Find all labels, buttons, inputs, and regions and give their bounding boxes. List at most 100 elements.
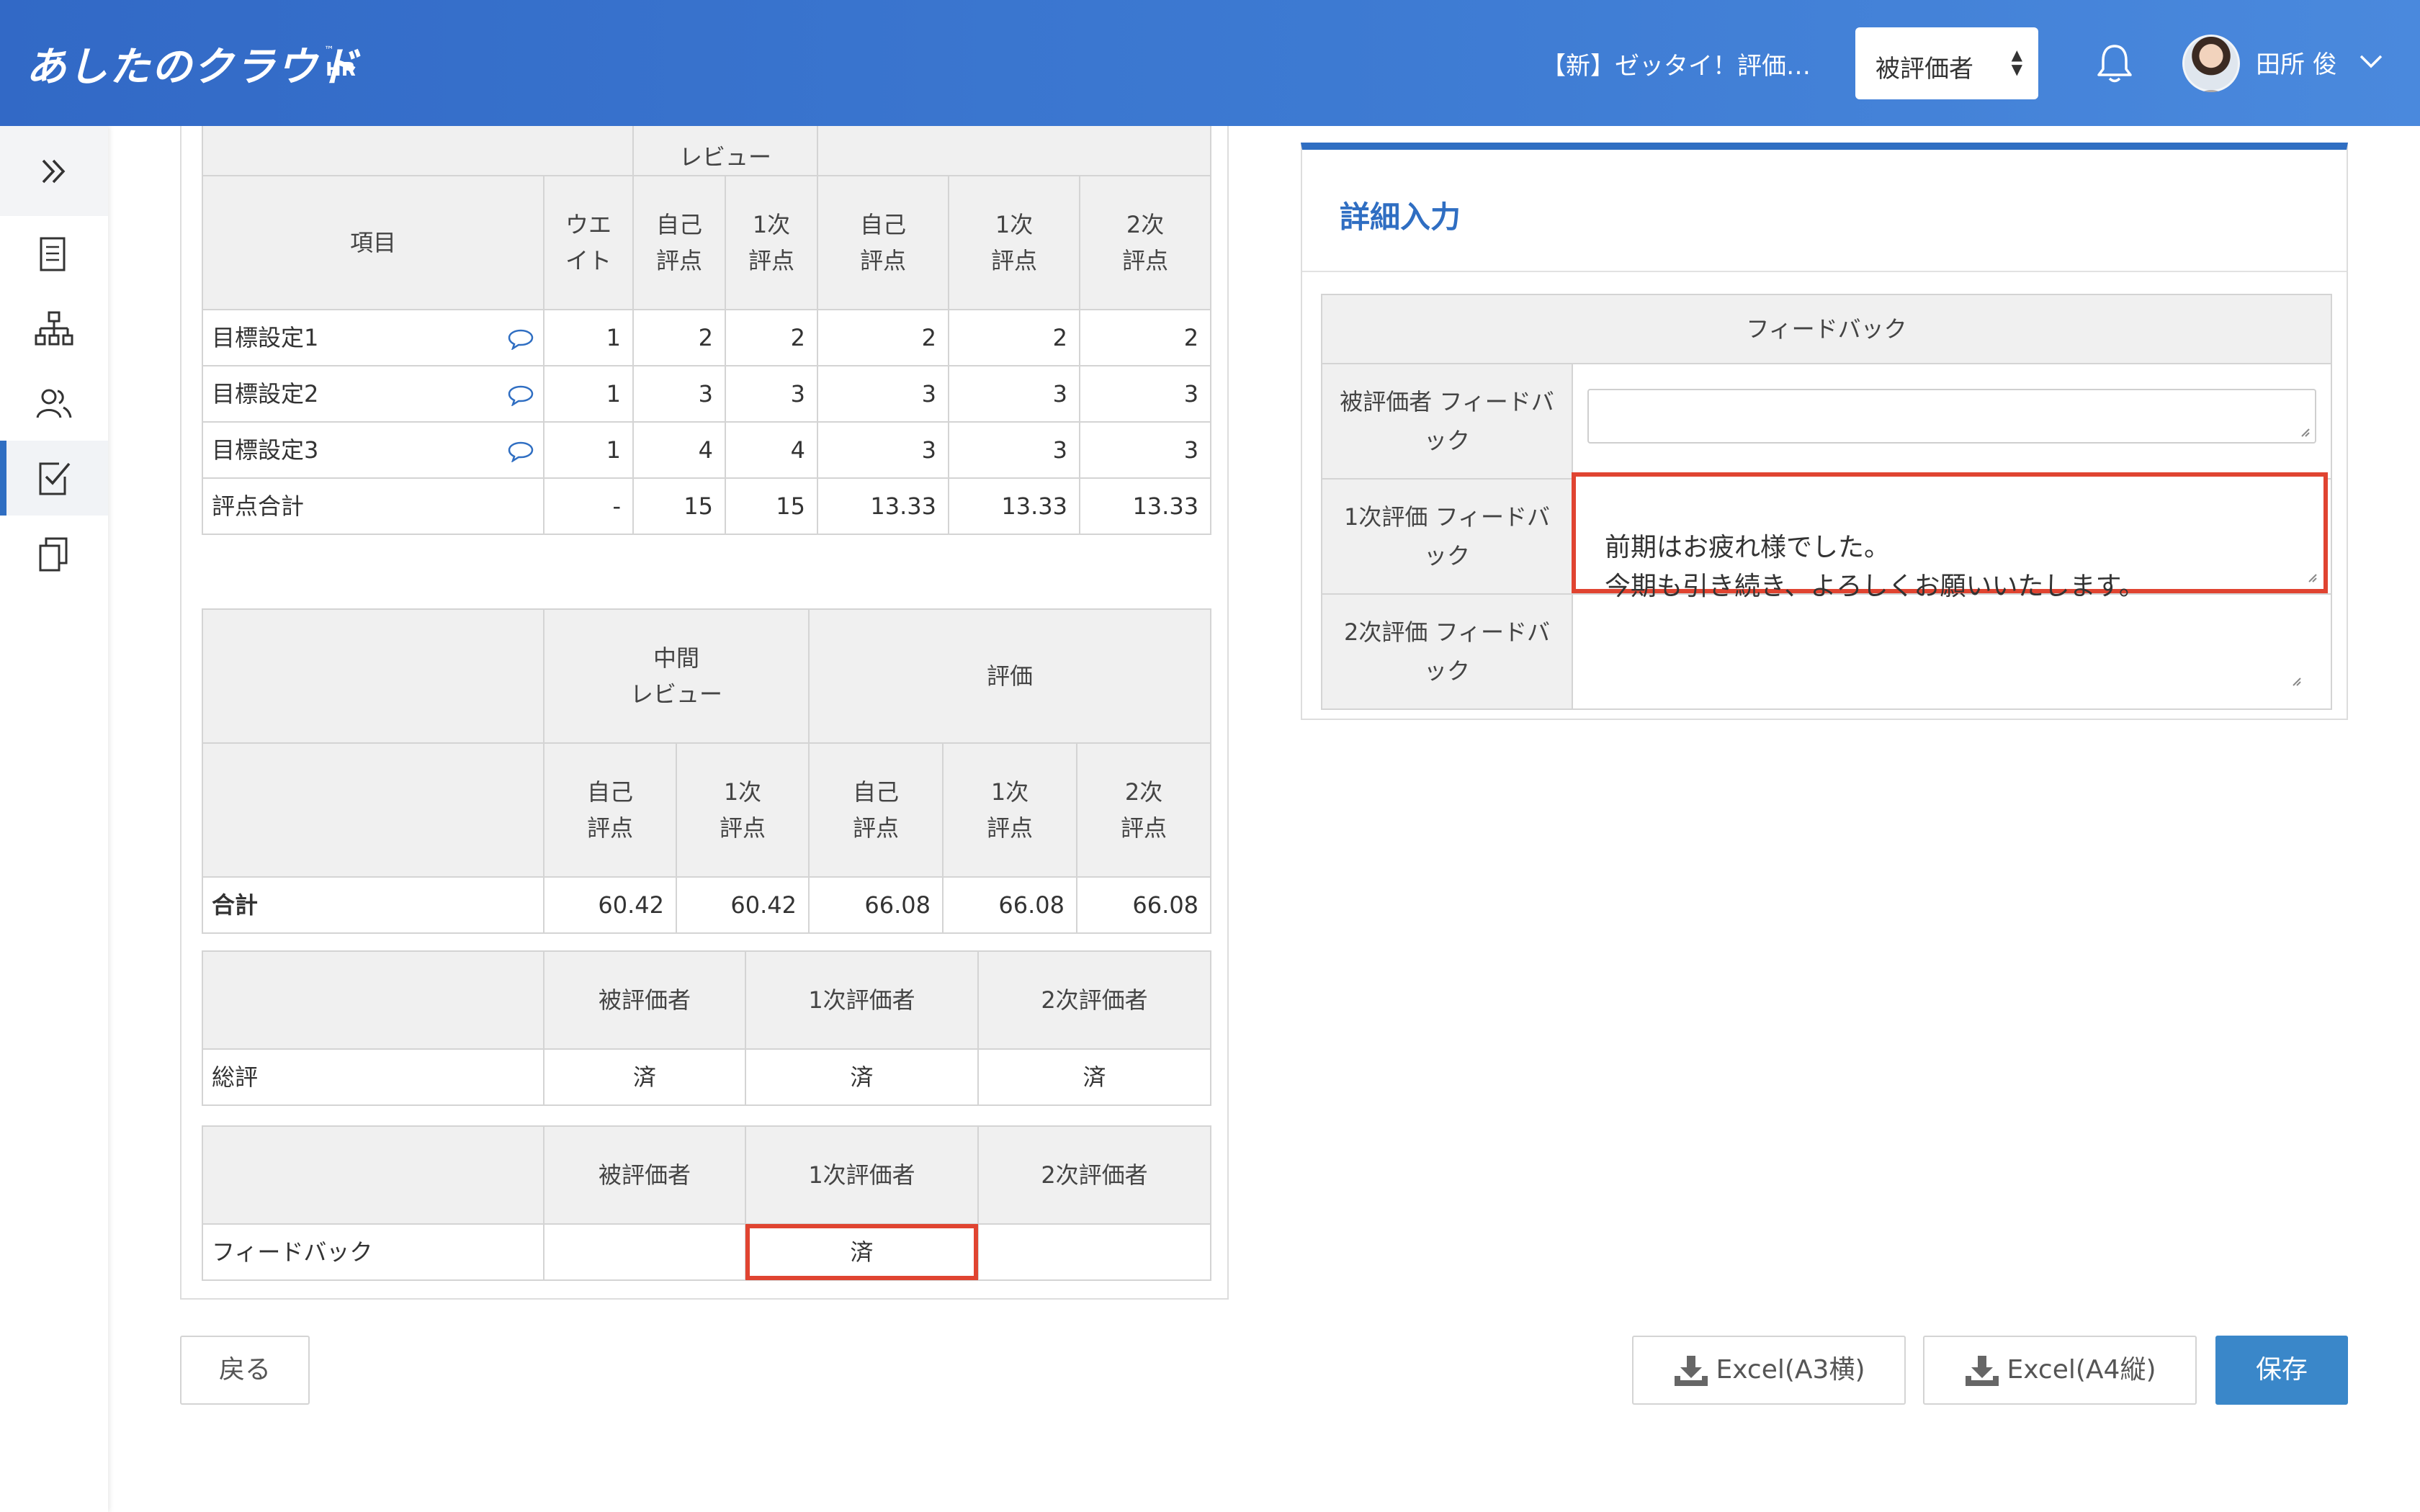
goal-mid-self: 2	[632, 309, 726, 366]
sidebar-toggle[interactable]	[0, 126, 108, 216]
role-select-value: 被評価者	[1876, 55, 1973, 84]
col-weight: ウエ イト	[543, 175, 634, 310]
document-icon	[40, 237, 66, 271]
goal-weight: 1	[543, 421, 634, 479]
select-arrows-icon: ▲ ▼	[2011, 46, 2022, 78]
goal-item[interactable]: 目標設定2	[202, 365, 544, 423]
goal-item[interactable]: 目標設定3	[202, 421, 544, 479]
download-icon	[1674, 1356, 1708, 1386]
feedback-status-first[interactable]: 済	[745, 1223, 979, 1281]
goal-mid-first: 3	[724, 365, 819, 423]
logo-trademark: ™	[324, 45, 334, 56]
resize-handle-icon[interactable]	[2306, 572, 2318, 583]
checklist-icon	[39, 462, 71, 495]
evaluatee-feedback-textarea[interactable]	[1587, 389, 2316, 444]
col-first-evaluator: 1次評価者	[745, 950, 979, 1050]
excel-a4-label: Excel(A4縦)	[2007, 1355, 2156, 1385]
total-eval-first: 13.33	[948, 477, 1081, 535]
comment-icon[interactable]	[507, 441, 534, 462]
goal-eval-self: 3	[817, 365, 950, 423]
summary-total-label: 合計	[202, 876, 544, 934]
org-chart-icon	[35, 311, 73, 346]
people-icon	[36, 389, 72, 418]
resize-handle-icon[interactable]	[2290, 675, 2302, 687]
table-row: 目標設定3 1 4 4 3 3 3	[202, 421, 1212, 479]
goal-mid-first: 4	[724, 421, 819, 479]
first-evaluator-feedback-textarea[interactable]: 前期はお疲れ様でした。 今期も引き続き、よろしくお願いいたします。	[1572, 472, 2328, 601]
goal-eval-second: 2	[1079, 309, 1212, 366]
review-status-first[interactable]: 済	[745, 1048, 979, 1106]
table-row-total: 評点合計 - 15 15 13.33 13.33 13.33	[202, 477, 1212, 535]
copy-icon	[39, 537, 68, 572]
double-chevron-right-icon	[42, 159, 66, 184]
sidebar	[0, 126, 108, 1512]
excel-a4-button[interactable]: Excel(A4縦)	[1923, 1336, 2197, 1405]
excel-a3-button[interactable]: Excel(A3横)	[1632, 1336, 1906, 1405]
goal-weight: 1	[543, 309, 634, 366]
comment-icon[interactable]	[507, 328, 534, 350]
summary-header-blank	[202, 608, 544, 744]
col-second-evaluator: 2次評価者	[977, 950, 1211, 1050]
comment-icon[interactable]	[507, 384, 534, 406]
col-mid-self-score: 自己 評点	[543, 742, 677, 878]
goal-eval-second: 3	[1079, 421, 1212, 479]
total-mid-self: 15	[632, 477, 726, 535]
second-evaluator-feedback-textarea[interactable]	[1587, 599, 2316, 703]
review-row-label: 総評	[202, 1048, 544, 1106]
review-status-table: 被評価者 1次評価者 2次評価者 総評 済 済 済	[202, 950, 1211, 1106]
back-button[interactable]: 戻る	[180, 1336, 310, 1405]
review-status-evaluatee[interactable]: 済	[543, 1048, 746, 1106]
col-evaluatee: 被評価者	[543, 1125, 746, 1225]
sidebar-item-documents[interactable]	[0, 216, 108, 291]
back-button-label: 戻る	[218, 1355, 271, 1385]
col-mid-self-score: 自己 評点	[632, 175, 726, 310]
review-header-blank	[202, 950, 544, 1050]
table-row: 目標設定2 1 3 3 3 3 3	[202, 365, 1212, 423]
chevron-down-icon[interactable]	[2357, 46, 2385, 75]
divider	[1302, 271, 2347, 272]
goal-weight: 1	[543, 365, 634, 423]
total-eval-second: 13.33	[1079, 477, 1212, 535]
avatar[interactable]	[2182, 35, 2240, 92]
goal-eval-first: 3	[948, 421, 1081, 479]
goal-item-label: 目標設定1	[212, 324, 319, 351]
resize-handle-icon[interactable]	[2299, 426, 2311, 438]
save-button[interactable]: 保存	[2215, 1336, 2348, 1405]
goal-item[interactable]: 目標設定1	[202, 309, 544, 366]
sidebar-item-people[interactable]	[0, 366, 108, 441]
table-row: 目標設定1 1 2 2 2 2 2	[202, 309, 1212, 366]
col-eval-second-score: 2次 評点	[1079, 175, 1212, 310]
user-name[interactable]: 田所 俊	[2256, 45, 2337, 80]
goal-mid-self: 3	[632, 365, 726, 423]
sidebar-item-evaluation[interactable]	[0, 441, 108, 516]
table-row: 総評 済 済 済	[202, 1048, 1211, 1106]
col-evaluatee: 被評価者	[543, 950, 746, 1050]
feedback-status-second[interactable]	[977, 1223, 1211, 1281]
goal-mid-first: 2	[724, 309, 819, 366]
summary-value: 60.42	[675, 876, 810, 934]
col-eval-self-score: 自己 評点	[808, 742, 944, 878]
col-second-evaluator: 2次評価者	[977, 1125, 1211, 1225]
review-status-second[interactable]: 済	[977, 1048, 1211, 1106]
save-button-label: 保存	[2255, 1355, 2308, 1385]
table-row: フィードバック 済	[202, 1223, 1211, 1281]
total-label: 評点合計	[202, 477, 544, 535]
summary-value: 66.08	[1076, 876, 1212, 934]
sidebar-item-copies[interactable]	[0, 516, 108, 590]
goal-eval-first: 2	[948, 309, 1081, 366]
sidebar-item-organization[interactable]	[0, 291, 108, 366]
total-weight: -	[543, 477, 634, 535]
evaluation-sheet-panel: レビュー 項目 ウエ イト 自己 評点 1次 評点 自己 評点 1次 評点 2次…	[180, 80, 1229, 1300]
feedback-status-evaluatee[interactable]	[543, 1223, 746, 1281]
col-mid-first-score: 1次 評点	[675, 742, 810, 878]
app-logo[interactable]: あしたのクラウド	[26, 35, 360, 93]
col-first-evaluator: 1次評価者	[745, 1125, 979, 1225]
excel-a3-label: Excel(A3横)	[1716, 1355, 1865, 1385]
feedback-header-blank	[202, 1125, 544, 1225]
download-icon	[1965, 1356, 1999, 1386]
role-select[interactable]: 被評価者 ▲ ▼	[1855, 27, 2038, 99]
sheet-title[interactable]: 【新】ゼッタイ！評価…	[1541, 46, 1811, 81]
logo-sub: HR	[326, 59, 356, 81]
bell-icon[interactable]	[2094, 42, 2135, 85]
goal-item-label: 目標設定3	[212, 436, 319, 464]
